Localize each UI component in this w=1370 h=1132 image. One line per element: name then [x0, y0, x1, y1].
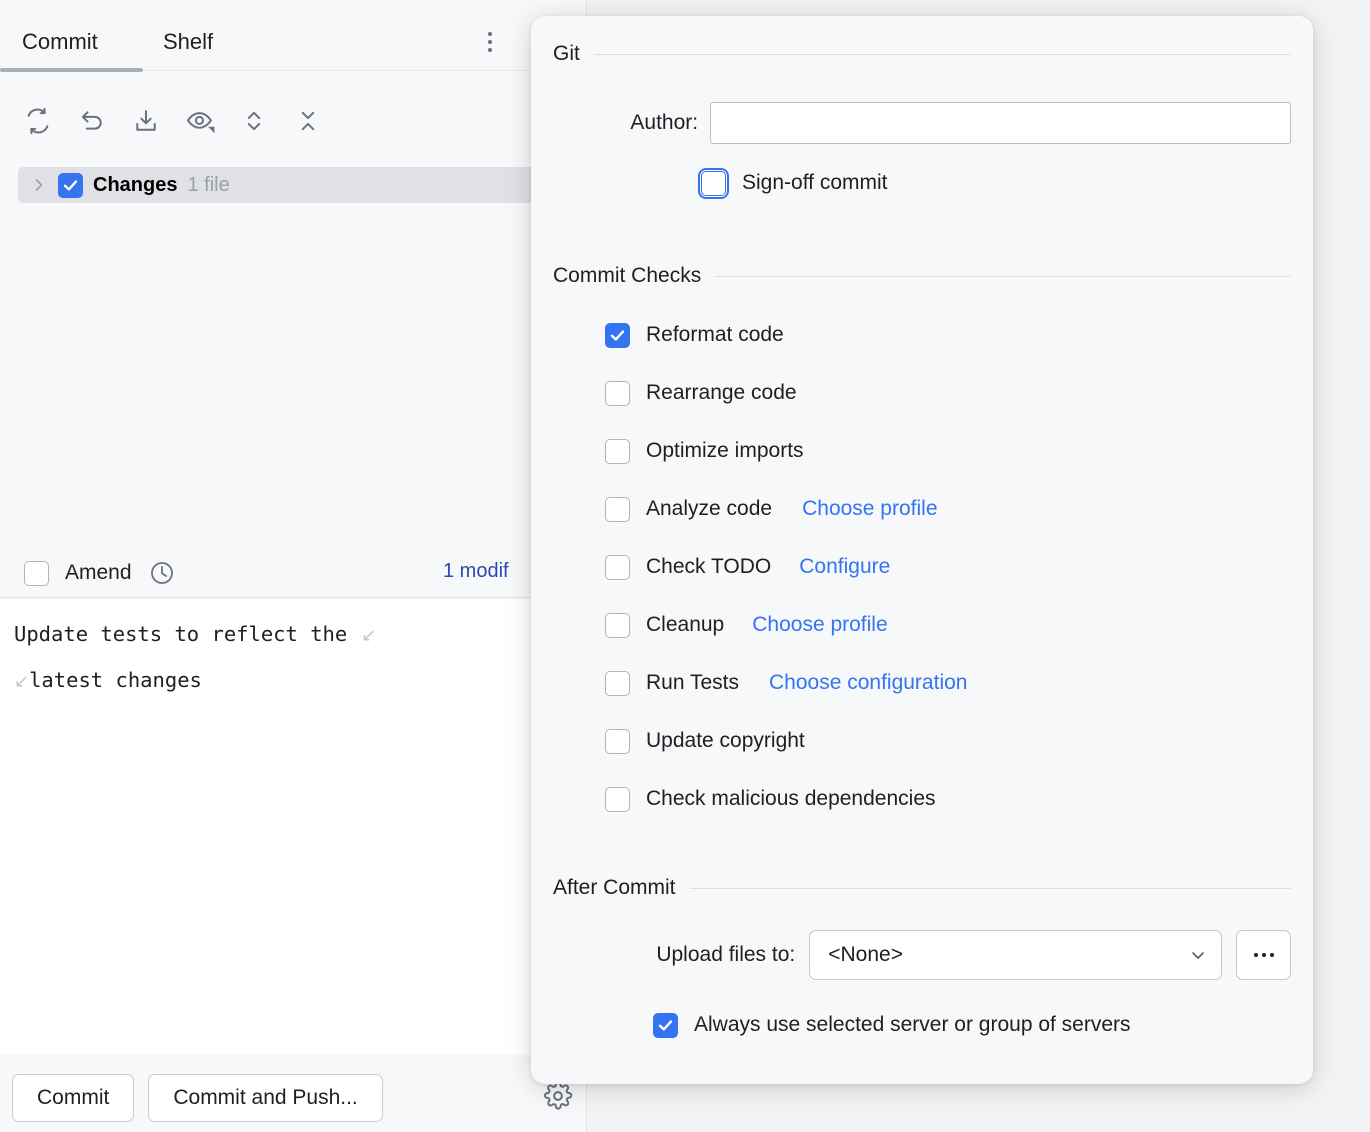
cleanup-checkbox[interactable] — [605, 612, 630, 638]
signoff-commit-checkbox[interactable] — [698, 167, 729, 199]
rearrange-code-checkbox[interactable] — [605, 380, 630, 406]
amend-divider — [0, 597, 586, 598]
gear-icon[interactable] — [542, 1080, 574, 1112]
tab-commit-active-underline — [0, 68, 143, 72]
refresh-icon[interactable] — [20, 103, 56, 139]
after-commit-section-header: After Commit — [553, 876, 1291, 900]
reformat-code-checkbox[interactable] — [605, 322, 630, 348]
optimize-imports-label: Optimize imports — [646, 439, 804, 462]
changes-checkbox[interactable] — [58, 172, 83, 198]
reformat-code-label: Reformat code — [646, 323, 784, 346]
after-commit-section-title: After Commit — [553, 876, 676, 899]
soft-wrap-marker-end: ↙ — [361, 625, 377, 646]
cleanup-label: Cleanup — [646, 613, 725, 636]
browse-upload-target-button[interactable] — [1236, 930, 1291, 980]
check-row-update-copyright: Update copyright — [605, 712, 1291, 770]
clock-icon[interactable] — [148, 559, 176, 587]
after-commit-section-rule — [689, 887, 1291, 889]
commit-and-push-button[interactable]: Commit and Push... — [148, 1073, 383, 1122]
check-todo-configure-link[interactable]: Configure — [799, 555, 890, 579]
after-commit-section: After Commit Upload files to: <None> Alw… — [531, 828, 1313, 1054]
tab-shelf[interactable]: Shelf — [163, 26, 213, 58]
analyze-code-checkbox[interactable] — [605, 496, 630, 522]
rearrange-code-label: Rearrange code — [646, 381, 797, 404]
soft-wrap-marker-start: ↙ — [14, 671, 30, 692]
tab-commit[interactable]: Commit — [22, 26, 98, 58]
kebab-menu-icon[interactable] — [478, 28, 502, 56]
commit-button-bar: Commit Commit and Push... — [0, 1063, 586, 1132]
update-copyright-label: Update copyright — [646, 729, 805, 752]
check-row-check-malicious-dependencies: Check malicious dependencies — [605, 770, 1291, 828]
check-row-optimize-imports: Optimize imports — [605, 422, 1291, 480]
commit-checks-section-header: Commit Checks — [553, 264, 1291, 288]
check-malicious-dependencies-checkbox[interactable] — [605, 786, 630, 812]
commit-checks-section: Commit Checks Reformat code Rearrange co… — [531, 212, 1313, 828]
show-diff-eye-icon[interactable] — [182, 103, 218, 139]
shelve-icon[interactable] — [128, 103, 164, 139]
analyze-code-label: Analyze code — [646, 497, 773, 520]
changes-toolbar — [0, 95, 586, 147]
commit-options-popup: Git Author: Sign-off commit Commit Check… — [531, 16, 1313, 1084]
changes-label: Changes — [93, 173, 178, 196]
author-input[interactable] — [710, 102, 1291, 144]
check-todo-label: Check TODO — [646, 555, 772, 578]
git-section-header: Git — [553, 42, 1291, 66]
commit-message-line-2: latest changes — [29, 668, 202, 692]
amend-checkbox[interactable] — [24, 560, 49, 586]
expand-all-icon[interactable] — [236, 103, 272, 139]
commit-button[interactable]: Commit — [12, 1073, 135, 1122]
changes-file-count: 1 file — [187, 173, 230, 196]
author-label: Author: — [630, 111, 699, 134]
check-row-analyze-code: Analyze code Choose profile — [605, 480, 1291, 538]
run-tests-choose-configuration-link[interactable]: Choose configuration — [769, 671, 967, 695]
upload-files-row: Upload files to: <None> — [553, 930, 1291, 980]
optimize-imports-checkbox[interactable] — [605, 438, 630, 464]
commit-message-line-1: Update tests to reflect the — [14, 622, 348, 646]
changes-tree-row[interactable]: Changes 1 file — [18, 167, 578, 203]
git-section-rule — [593, 53, 1291, 55]
run-tests-label: Run Tests — [646, 671, 739, 694]
signoff-commit-row: Sign-off commit — [553, 154, 1291, 212]
chevron-down-icon — [1189, 946, 1207, 964]
check-row-rearrange-code: Rearrange code — [605, 364, 1291, 422]
always-use-server-checkbox[interactable] — [653, 1012, 678, 1038]
author-field-row: Author: — [553, 102, 1291, 144]
collapse-all-icon[interactable] — [290, 103, 326, 139]
always-use-server-label: Always use selected server or group of s… — [694, 1013, 1131, 1036]
check-todo-checkbox[interactable] — [605, 554, 630, 580]
cleanup-choose-profile-link[interactable]: Choose profile — [752, 613, 887, 637]
amend-label: Amend — [65, 561, 132, 584]
rollback-icon[interactable] — [74, 103, 110, 139]
git-section-title: Git — [553, 42, 580, 65]
commit-message-input[interactable]: Update tests to reflect the ↙ ↙latest cha… — [0, 600, 586, 1055]
check-row-reformat-code: Reformat code — [605, 306, 1291, 364]
amend-row: Amend 1 modif — [0, 548, 586, 598]
signoff-commit-label: Sign-off commit — [742, 171, 888, 194]
chevron-right-icon[interactable] — [30, 176, 48, 194]
check-malicious-dependencies-label: Check malicious dependencies — [646, 787, 936, 810]
upload-files-select[interactable]: <None> — [809, 930, 1223, 980]
commit-checks-list: Reformat code Rearrange code Optimize im… — [553, 306, 1291, 828]
changes-tree: Changes 1 file — [0, 155, 586, 540]
check-row-check-todo: Check TODO Configure — [605, 538, 1291, 596]
always-use-server-row: Always use selected server or group of s… — [553, 996, 1291, 1054]
run-tests-checkbox[interactable] — [605, 670, 630, 696]
git-section: Git Author: Sign-off commit — [531, 16, 1313, 212]
commit-checks-section-rule — [715, 275, 1291, 277]
commit-checks-section-title: Commit Checks — [553, 264, 702, 287]
upload-files-label: Upload files to: — [656, 943, 796, 966]
upload-files-selected-value: <None> — [828, 943, 903, 966]
update-copyright-checkbox[interactable] — [605, 728, 630, 754]
analyze-code-choose-profile-link[interactable]: Choose profile — [802, 497, 937, 521]
check-row-cleanup: Cleanup Choose profile — [605, 596, 1291, 654]
check-row-run-tests: Run Tests Choose configuration — [605, 654, 1291, 712]
tool-window-tabbar: Commit Shelf — [0, 0, 586, 72]
modified-files-link[interactable]: 1 modif — [443, 560, 509, 583]
